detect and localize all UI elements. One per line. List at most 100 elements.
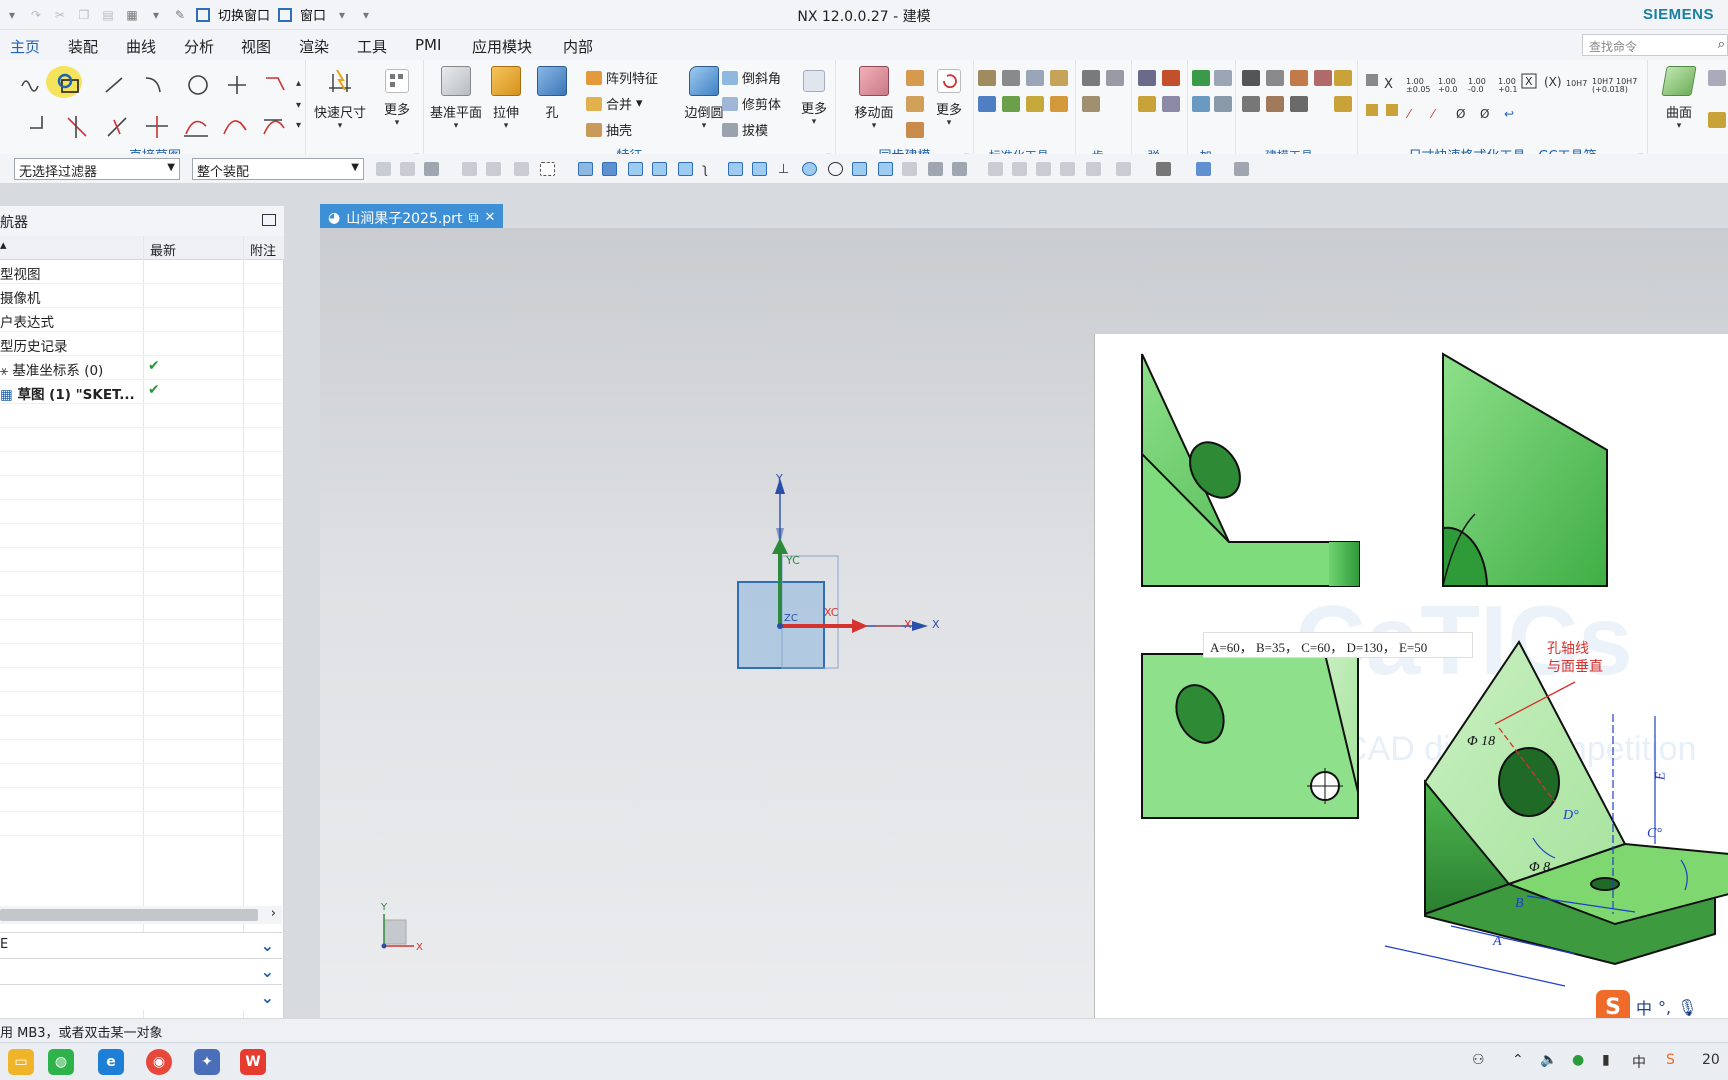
dropdown-arrow-icon[interactable]: ▾ xyxy=(4,7,20,23)
tab-tools[interactable]: 工具 xyxy=(357,36,387,57)
mic-tray-icon[interactable]: ▮ xyxy=(1602,1052,1610,1068)
snap-tool-icon[interactable] xyxy=(486,162,501,176)
gallery-expand-icon[interactable]: ▾ xyxy=(296,120,301,131)
quick-dimension-button[interactable]: 快速尺寸 ▾ xyxy=(312,66,368,131)
wechat-icon[interactable]: ◍ xyxy=(48,1049,74,1075)
dropdown-arrow-icon[interactable]: ▾ xyxy=(846,121,902,131)
touch-mode-icon[interactable]: ✎ xyxy=(172,7,188,23)
machining-tool-icon[interactable] xyxy=(1214,96,1232,112)
shell-button[interactable]: 抽壳 xyxy=(586,120,632,139)
chevron-down-icon[interactable]: ⌄ xyxy=(261,988,274,1007)
move-face-button[interactable]: 移动面 ▾ xyxy=(846,66,902,131)
more-button[interactable]: 更多 ▾ xyxy=(372,66,422,128)
column-latest[interactable]: 最新 xyxy=(150,240,176,259)
surface-tool-icon[interactable] xyxy=(1708,70,1726,86)
standard-tool-icon[interactable] xyxy=(1002,96,1020,112)
tree-node-sketch[interactable]: ▦ 草图 (1) "SKET... ✔ xyxy=(0,380,282,404)
scrollbar-thumb[interactable] xyxy=(0,909,258,921)
snap-tool-icon[interactable] xyxy=(376,162,391,176)
tab-internal[interactable]: 内部 xyxy=(563,36,593,57)
cut-icon[interactable]: ✂ xyxy=(52,7,68,23)
machining-tool-icon[interactable] xyxy=(1192,70,1210,86)
microphone-icon[interactable]: 🎙 xyxy=(1677,998,1697,1017)
tab-assembly[interactable]: 装配 xyxy=(68,36,98,57)
tree-node-model-views[interactable]: 型视图 xyxy=(0,260,282,284)
dropdown-arrow-icon[interactable]: ▾ xyxy=(484,121,528,131)
render-style-icon[interactable] xyxy=(1156,162,1171,176)
standard-tool-icon[interactable] xyxy=(978,96,996,112)
select-body-icon[interactable] xyxy=(578,162,593,176)
dropdown-arrow-icon[interactable]: ▾ xyxy=(1654,121,1704,131)
tray-chevron-icon[interactable]: ⌃ xyxy=(1512,1052,1524,1068)
accordion-preview[interactable]: ⌄ xyxy=(0,984,282,1010)
tab-application[interactable]: 应用模块 xyxy=(472,36,532,57)
dropdown-arrow-icon[interactable]: ▾ xyxy=(792,117,836,127)
modeling-tool-icon[interactable] xyxy=(1314,70,1332,86)
switch-window-icon[interactable] xyxy=(196,7,210,22)
view-tool-icon[interactable] xyxy=(1086,162,1101,176)
trim-body-button[interactable]: 修剪体 xyxy=(722,94,781,113)
tab-render[interactable]: 渲染 xyxy=(299,36,329,57)
snap-face-icon[interactable] xyxy=(902,162,917,176)
dropdown-arrow-icon[interactable]: ▾ xyxy=(372,118,422,128)
gear-tool-icon[interactable] xyxy=(1106,70,1124,86)
dropdown-arrow-icon[interactable]: ▾ xyxy=(926,118,972,128)
snap-tool-icon[interactable] xyxy=(462,162,477,176)
view-tool-icon[interactable] xyxy=(1234,162,1249,176)
snap-tool-icon[interactable] xyxy=(424,162,439,176)
machining-tool-icon[interactable] xyxy=(1214,70,1232,86)
chevron-down-icon[interactable]: ⌄ xyxy=(261,962,274,981)
redo-icon[interactable]: ↷ xyxy=(28,7,44,23)
select-edge-icon[interactable] xyxy=(678,162,693,176)
snap-tool-icon[interactable] xyxy=(514,162,529,176)
tree-node-datum-csys[interactable]: ⚹ 基准坐标系 (0) ✔ xyxy=(0,356,282,380)
modeling-tool-icon[interactable] xyxy=(1242,70,1260,86)
extrude-button[interactable]: 拉伸 ▾ xyxy=(484,66,528,131)
window-icon[interactable] xyxy=(278,7,293,22)
sync-tool-icon[interactable] xyxy=(906,96,924,112)
volume-icon[interactable]: 🔈 xyxy=(1540,1052,1557,1068)
tab-curve[interactable]: 曲线 xyxy=(126,36,156,57)
modeling-tool-icon[interactable] xyxy=(1266,70,1284,86)
surface-button[interactable]: 曲面 ▾ xyxy=(1654,66,1704,131)
tree-node-model-history[interactable]: 型历史记录 xyxy=(0,332,282,356)
scroll-up-icon[interactable]: ▴ xyxy=(296,78,301,89)
tab-analysis[interactable]: 分析 xyxy=(184,36,214,57)
file-explorer-icon[interactable]: ▭ xyxy=(8,1049,34,1075)
accordion-dependencies[interactable]: E ⌄ xyxy=(0,932,282,958)
navigator-horizontal-scrollbar[interactable]: › xyxy=(0,906,282,924)
more-feature-button[interactable]: 更多 ▾ xyxy=(792,66,836,127)
standard-tool-icon[interactable] xyxy=(1050,96,1068,112)
snap-on-curve-icon[interactable] xyxy=(878,162,893,176)
snap-endpoint-icon[interactable] xyxy=(728,162,743,176)
chevron-right-icon[interactable]: › xyxy=(271,906,276,921)
select-feature-icon[interactable] xyxy=(628,162,643,176)
security-icon[interactable]: ● xyxy=(1572,1052,1584,1068)
gear-tool-icon[interactable] xyxy=(1082,70,1100,86)
sync-tool-icon[interactable] xyxy=(906,70,924,86)
chevron-down-icon[interactable]: ⌄ xyxy=(261,936,274,955)
draft-button[interactable]: 拔模 xyxy=(722,120,768,139)
snap-perpendicular-icon[interactable]: ⊥ xyxy=(778,162,793,177)
nx-app-icon[interactable]: ✦ xyxy=(194,1049,220,1075)
curve-rule-icon[interactable]: ʅ xyxy=(702,162,717,177)
view-tool-icon[interactable] xyxy=(1060,162,1075,176)
view-tool-icon[interactable] xyxy=(1012,162,1027,176)
snap-quadrant-icon[interactable] xyxy=(828,162,843,176)
standard-tool-icon[interactable] xyxy=(1026,96,1044,112)
scroll-down-icon[interactable]: ▾ xyxy=(296,100,301,111)
machining-tool-icon[interactable] xyxy=(1192,96,1210,112)
dropdown-arrow-icon[interactable]: ▾ xyxy=(312,121,368,131)
standard-tool-icon[interactable] xyxy=(1002,70,1020,86)
rotate-view-icon[interactable] xyxy=(1036,162,1051,176)
accordion-details[interactable]: ⌄ xyxy=(0,958,282,984)
dropdown-arrow-icon[interactable]: ▾ xyxy=(148,7,164,23)
spring-tool-icon[interactable] xyxy=(1138,96,1156,112)
paste-icon[interactable]: ▤ xyxy=(100,7,116,23)
tab-pmi[interactable]: PMI xyxy=(415,36,441,54)
snap-center-icon[interactable] xyxy=(802,162,817,176)
modeling-tool-icon[interactable] xyxy=(1290,96,1308,112)
more-sync-button[interactable]: 更多 ▾ xyxy=(926,66,972,128)
ime-tray-icon[interactable]: 中 xyxy=(1632,1052,1646,1072)
edge-browser-icon[interactable]: e xyxy=(98,1049,124,1075)
